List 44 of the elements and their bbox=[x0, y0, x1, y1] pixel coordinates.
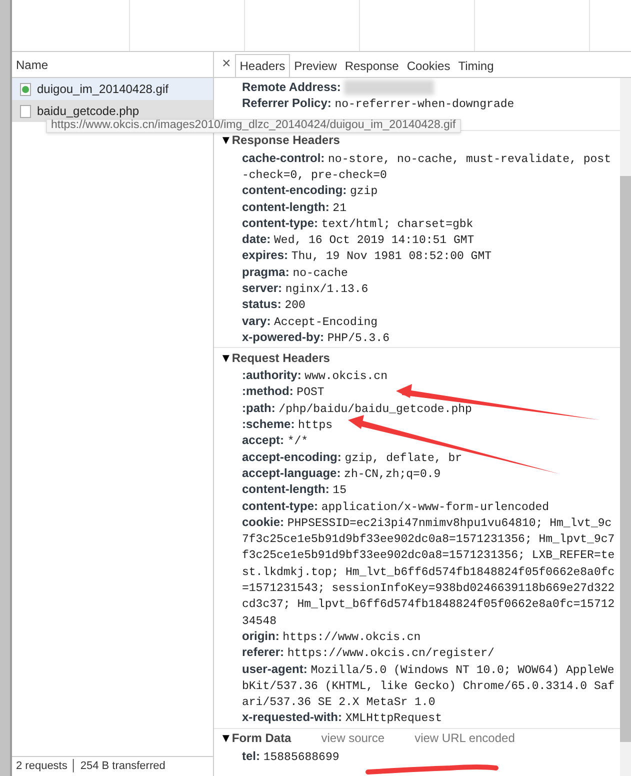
header-row-text: origin: https://www.okcis.cn bbox=[241, 628, 422, 644]
header-row-text: content-encoding: gzip bbox=[241, 182, 379, 199]
status-bar: 2 requests │ 254 B transferred bbox=[12, 756, 213, 776]
header-row-text: x-requested-with: XMLHttpRequest bbox=[241, 709, 443, 726]
header-row-text: status: 200 bbox=[241, 296, 306, 313]
header-row-text: accept: */* bbox=[241, 432, 310, 449]
tab[interactable]: Cookies bbox=[402, 54, 454, 77]
header-row-text: user-agent: Mozilla/5.0 (Windows NT 10.0; WOW64) AppleWebKit/537.36 (KHTML, like Gecko) Chrome/65.0.3314.0 Safari/537.36 SE 2.X MetaSr 1.0 bbox=[241, 660, 616, 710]
scrollbar[interactable] bbox=[620, 78, 631, 776]
header-row-text: Referrer Policy: no-referrer-when-downgrade bbox=[241, 95, 516, 112]
header-row-text: :method: POST bbox=[241, 383, 326, 400]
image-file-icon bbox=[20, 82, 31, 96]
tab[interactable]: Response bbox=[340, 54, 403, 77]
header-row-text: accept-encoding: gzip, deflate, br bbox=[241, 448, 464, 465]
header-row-text: pragma: no-cache bbox=[241, 264, 349, 280]
header-row-text: content-length: 15 bbox=[241, 481, 348, 498]
header-row-text: accept-language: zh-CN,zh;q=0.9 bbox=[241, 464, 442, 482]
header-row-text: vary: Accept-Encoding bbox=[241, 312, 379, 329]
header-row-text: referer: https://www.okcis.cn/register/ bbox=[241, 644, 496, 661]
header-row-text: tel: 15885688699 bbox=[241, 748, 340, 764]
header-row-text: server: nginx/1.13.6 bbox=[241, 280, 370, 296]
view-link[interactable]: view source bbox=[321, 729, 385, 748]
header-row-text: :authority: www.okcis.cn bbox=[241, 367, 388, 384]
section-header[interactable]: ▼Response Headers bbox=[220, 131, 340, 150]
close-button[interactable]: × bbox=[218, 53, 235, 76]
header-row-text: expires: Thu, 19 Nov 1981 08:52:00 GMT bbox=[241, 247, 493, 264]
header-row-text: content-length: 21 bbox=[241, 198, 348, 215]
header-row-text: :scheme: https bbox=[241, 416, 334, 432]
header-row-text: content-type: application/x-www-form-urlencoded bbox=[241, 498, 550, 514]
header-row-text: date: Wed, 16 Oct 2019 14:10:51 GMT bbox=[241, 231, 476, 248]
tab[interactable]: Timing bbox=[454, 54, 498, 77]
header-row: Remote Address: bbox=[214, 79, 620, 96]
url-tooltip: https://www.okcis.cn/images2010/img_dlzc_20140424/duigou_im_20140428.gif bbox=[46, 119, 461, 133]
section-header[interactable]: ▼Request Headers bbox=[220, 348, 330, 367]
header-row-text: content-type: text/html; charset=gbk bbox=[241, 214, 474, 232]
header-row-text: :path: /php/baidu/baidu_getcode.php bbox=[241, 400, 473, 416]
tab[interactable]: Preview bbox=[290, 54, 341, 77]
section-header[interactable]: ▼Form Data bbox=[220, 729, 292, 748]
document-file-icon bbox=[20, 104, 31, 118]
column-header[interactable]: Name bbox=[16, 56, 48, 74]
view-link[interactable]: view URL encoded bbox=[414, 729, 515, 748]
tab[interactable]: Headers bbox=[234, 54, 290, 77]
header-row-text: x-powered-by: PHP/5.3.6 bbox=[241, 328, 390, 346]
request-row[interactable]: duigou_im_20140428.gif bbox=[12, 78, 213, 100]
